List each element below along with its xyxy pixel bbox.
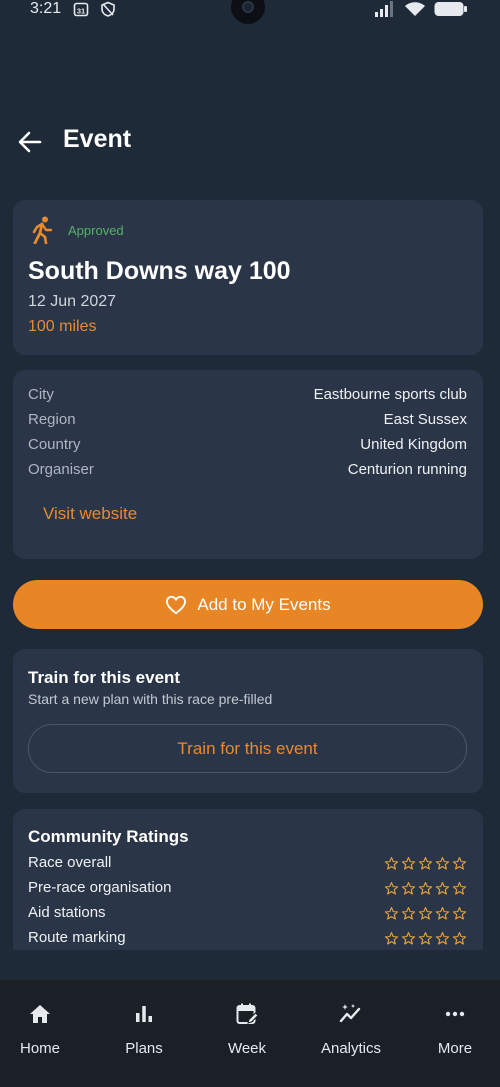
front-camera: [231, 0, 265, 24]
star-outline-icon[interactable]: [384, 856, 399, 871]
wifi-icon: [405, 2, 425, 16]
event-summary-card: Approved South Downs way 100 12 Jun 2027…: [13, 200, 483, 355]
detail-value: Centurion running: [347, 461, 467, 478]
home-icon: [30, 1005, 50, 1023]
svg-text:31: 31: [77, 7, 85, 16]
star-outline-icon[interactable]: [384, 881, 399, 896]
nav-plans[interactable]: Plans: [94, 980, 194, 1087]
star-rating[interactable]: [384, 906, 467, 921]
detail-row-country: Country United Kingdom: [28, 436, 467, 456]
add-to-my-events-button[interactable]: Add to My Events: [13, 580, 483, 629]
train-button-label: Train for this event: [177, 738, 318, 758]
more-horizontal-icon: [445, 1011, 465, 1017]
star-outline-icon[interactable]: [401, 931, 416, 946]
trend-sparkle-icon: [339, 1004, 361, 1023]
visit-website-link[interactable]: Visit website: [43, 504, 137, 524]
star-outline-icon[interactable]: [435, 881, 450, 896]
star-outline-icon[interactable]: [435, 931, 450, 946]
ratings-heading: Community Ratings: [28, 827, 189, 846]
detail-value: East Sussex: [383, 411, 467, 428]
battery-icon: [434, 2, 467, 16]
rating-row-aid-stations: Aid stations: [28, 904, 467, 924]
detail-value: United Kingdom: [360, 436, 467, 453]
event-details-card: City Eastbourne sports club Region East …: [13, 370, 483, 559]
status-time: 3:21: [30, 0, 62, 17]
nav-home[interactable]: Home: [0, 980, 90, 1087]
train-for-event-button[interactable]: Train for this event: [28, 724, 467, 773]
star-outline-icon[interactable]: [401, 881, 416, 896]
page-title: Event: [63, 125, 132, 153]
calendar-edit-icon: [236, 1003, 259, 1024]
star-rating[interactable]: [384, 856, 467, 871]
app-bar: Event: [0, 120, 500, 164]
nav-label: Analytics: [320, 1040, 382, 1057]
star-outline-icon[interactable]: [452, 881, 467, 896]
train-card: Train for this event Start a new plan wi…: [13, 649, 483, 793]
detail-row-region: Region East Sussex: [28, 411, 467, 431]
train-subtitle: Start a new plan with this race pre-fill…: [28, 691, 273, 707]
star-outline-icon[interactable]: [452, 931, 467, 946]
rating-label: Aid stations: [28, 904, 106, 921]
star-outline-icon[interactable]: [418, 906, 433, 921]
detail-label: Region: [28, 411, 76, 428]
star-outline-icon[interactable]: [452, 906, 467, 921]
nav-week[interactable]: Week: [197, 980, 297, 1087]
status-bar: 3:21 31: [0, 0, 500, 24]
shield-status-icon: [101, 1, 115, 17]
community-ratings-card: Community Ratings Race overall Pre-race …: [13, 809, 483, 950]
star-outline-icon[interactable]: [384, 906, 399, 921]
star-outline-icon[interactable]: [401, 856, 416, 871]
nav-label: More: [437, 1040, 473, 1057]
star-outline-icon[interactable]: [435, 856, 450, 871]
star-outline-icon[interactable]: [418, 931, 433, 946]
nav-more[interactable]: More: [405, 980, 500, 1087]
rating-row-pre-race-organisation: Pre-race organisation: [28, 879, 467, 899]
nav-label: Week: [227, 1040, 267, 1057]
calendar-status-icon: 31: [73, 2, 89, 17]
event-distance: 100 miles: [28, 318, 97, 335]
signal-icon: [375, 1, 393, 17]
train-heading: Train for this event: [28, 668, 181, 687]
star-outline-icon[interactable]: [435, 906, 450, 921]
star-rating[interactable]: [384, 931, 467, 946]
detail-value: Eastbourne sports club: [313, 386, 467, 403]
nav-label: Home: [19, 1040, 60, 1057]
event-date: 12 Jun 2027: [28, 293, 117, 310]
detail-label: Organiser: [28, 461, 94, 478]
back-arrow-icon[interactable]: [16, 128, 44, 156]
rating-row-race-overall: Race overall: [28, 854, 467, 874]
heart-outline-icon: [166, 595, 187, 614]
rating-label: Pre-race organisation: [28, 879, 172, 896]
star-outline-icon[interactable]: [418, 856, 433, 871]
bottom-navigation: Home Plans Week Analytics More: [0, 980, 500, 1087]
detail-row-city: City Eastbourne sports club: [28, 386, 467, 406]
star-outline-icon[interactable]: [418, 881, 433, 896]
detail-label: Country: [28, 436, 81, 453]
rating-label: Race overall: [28, 854, 112, 871]
star-outline-icon[interactable]: [401, 906, 416, 921]
nav-analytics[interactable]: Analytics: [301, 980, 401, 1087]
star-rating[interactable]: [384, 881, 467, 896]
event-name: South Downs way 100: [28, 257, 291, 285]
status-badge: Approved: [68, 223, 124, 238]
running-icon: [32, 216, 53, 244]
bar-chart-icon: [136, 1006, 152, 1022]
star-outline-icon[interactable]: [384, 931, 399, 946]
rating-row-route-marking: Route marking: [28, 929, 467, 949]
rating-label: Route marking: [28, 929, 126, 946]
detail-row-organiser: Organiser Centurion running: [28, 461, 467, 481]
nav-label: Plans: [125, 1040, 163, 1057]
star-outline-icon[interactable]: [452, 856, 467, 871]
detail-label: City: [28, 386, 54, 403]
add-to-my-events-label: Add to My Events: [197, 594, 331, 614]
